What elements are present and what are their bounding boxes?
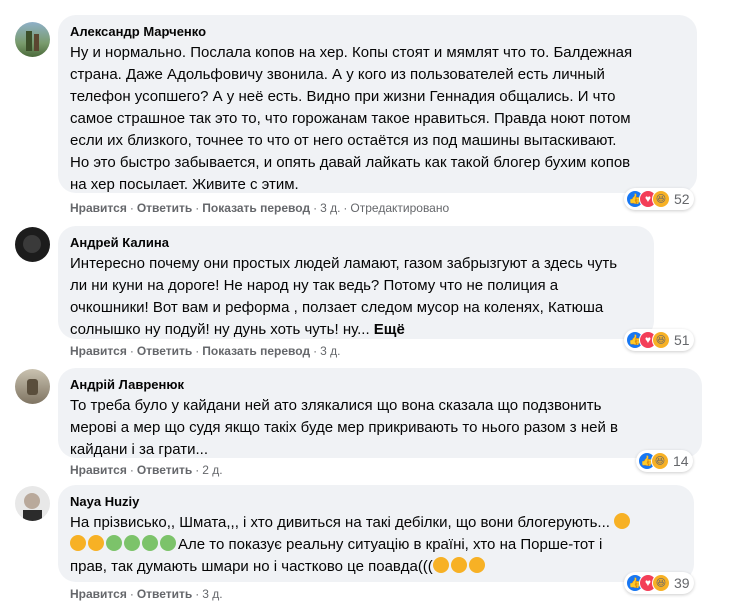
comment-bubble: Андрій Лавренюк То треба було у кайдани … — [58, 368, 702, 458]
comment-actions: Нравится · Ответить · 2 д. — [70, 463, 223, 477]
comment-actions: Нравится · Ответить · 3 д. — [70, 587, 223, 601]
avatar[interactable] — [15, 369, 50, 404]
comment-author[interactable]: Андрей Калина — [70, 235, 642, 251]
haha-icon: 😆 — [652, 190, 670, 208]
reaction-count: 52 — [674, 191, 690, 207]
comment-bubble: Андрей Калина Интересно почему они прост… — [58, 226, 654, 339]
avatar-photo-icon — [26, 31, 39, 51]
comment-author[interactable]: Андрій Лавренюк — [70, 377, 690, 393]
comment-text: Ну и нормально. Послала копов на хер. Ко… — [70, 44, 633, 193]
reactions-summary[interactable]: 👍 ♥ 😆 51 — [624, 329, 694, 351]
rofl-emoji-icon — [614, 513, 631, 529]
comment-author[interactable]: Naya Huziy — [70, 494, 682, 510]
comment-text: То треба було у кайдани ней ато злякалис… — [70, 397, 618, 458]
comment-text-line: прав, так думають шмари но і частково це… — [70, 558, 433, 575]
grimace-emoji-icon — [450, 557, 467, 573]
nauseated-emoji-icon — [160, 535, 176, 551]
like-button[interactable]: Нравится — [70, 587, 127, 601]
comment-actions: Нравится · Ответить · Показать перевод · 3 д. — [70, 344, 341, 358]
avatar[interactable] — [15, 22, 50, 57]
comment-time[interactable]: 3 д. — [320, 344, 340, 358]
reaction-count: 51 — [674, 332, 690, 348]
rofl-emoji-icon — [70, 535, 86, 551]
like-button[interactable]: Нравится — [70, 344, 127, 358]
nauseated-emoji-icon — [142, 535, 158, 551]
show-translation-button[interactable]: Показать перевод — [202, 201, 310, 215]
comment-text: На прізвисько,, Шмата,,, і хто дивиться … — [70, 512, 682, 578]
see-more-link[interactable]: Ещё — [374, 321, 405, 338]
comment-author[interactable]: Александр Марченко — [70, 24, 685, 40]
nauseated-emoji-icon — [124, 535, 140, 551]
reply-button[interactable]: Ответить — [137, 201, 192, 215]
comment-actions: Нравится · Ответить · Показать перевод · 3 д. ·… — [70, 201, 450, 215]
reactions-summary[interactable]: 👍 ♥ 😆 52 — [624, 188, 694, 210]
reactions-summary[interactable]: 👍 😆 14 — [636, 450, 693, 472]
haha-icon: 😆 — [652, 331, 670, 349]
comment-text-line: На прізвисько,, Шмата,,, і хто дивиться … — [70, 514, 610, 531]
avatar[interactable] — [15, 227, 50, 262]
reactions-summary[interactable]: 👍 ♥ 😆 39 — [624, 572, 694, 594]
reaction-count: 39 — [674, 575, 690, 591]
comment-time[interactable]: 3 д. — [202, 587, 222, 601]
comment-text: Интересно почему они простых людей ламаю… — [70, 253, 642, 341]
comment-bubble: Naya Huziy На прізвисько,, Шмата,,, і хт… — [58, 485, 694, 582]
like-button[interactable]: Нравится — [70, 201, 127, 215]
show-translation-button[interactable]: Показать перевод — [202, 344, 310, 358]
comment-bubble: Александр Марченко Ну и нормально. Посла… — [58, 15, 697, 193]
comment-time[interactable]: 3 д. — [320, 201, 340, 215]
avatar[interactable] — [15, 486, 50, 521]
rofl-emoji-icon — [88, 535, 104, 551]
avatar-photo-icon — [27, 379, 38, 395]
reply-button[interactable]: Ответить — [137, 463, 192, 477]
grimace-emoji-icon — [468, 557, 485, 573]
avatar-photo-icon — [23, 493, 42, 521]
like-button[interactable]: Нравится — [70, 463, 127, 477]
nauseated-emoji-icon — [106, 535, 122, 551]
reply-button[interactable]: Ответить — [137, 344, 192, 358]
comment-text-body: Интересно почему они простых людей ламаю… — [70, 255, 618, 338]
reaction-count: 14 — [673, 453, 689, 469]
reply-button[interactable]: Ответить — [137, 587, 192, 601]
grimace-emoji-icon — [432, 557, 449, 573]
haha-icon: 😆 — [652, 574, 670, 592]
avatar-photo-icon — [23, 235, 41, 253]
comment-time[interactable]: 2 д. — [202, 463, 222, 477]
haha-icon: 😆 — [651, 452, 669, 470]
comment-text-line: Але то показує реальну ситуацію в країні… — [178, 536, 603, 553]
edited-label: Отредактировано — [350, 201, 450, 215]
